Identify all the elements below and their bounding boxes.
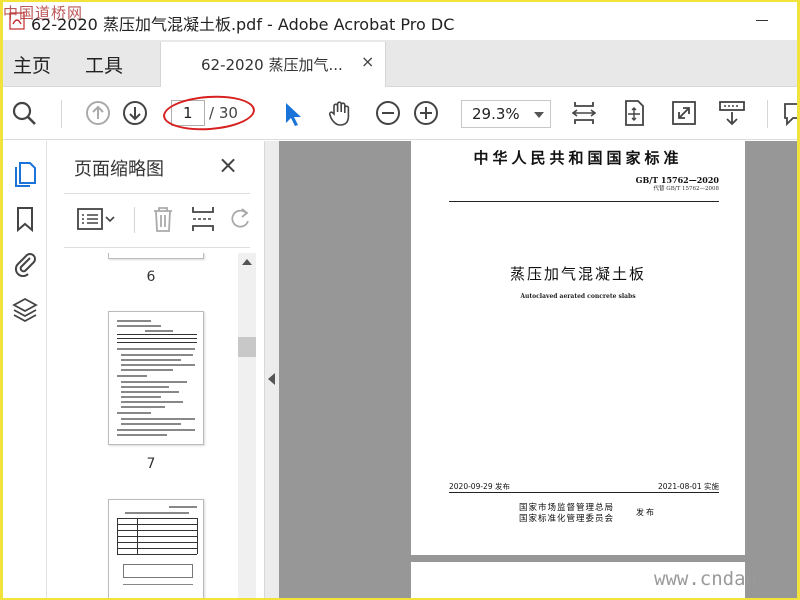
- footer-rule: [449, 492, 719, 493]
- issuing-org-2: 国家标准化管理委员会: [519, 514, 615, 524]
- select-pointer-icon[interactable]: [277, 98, 307, 128]
- layers-icon[interactable]: [11, 295, 39, 323]
- panel-collapse-handle[interactable]: [265, 141, 279, 598]
- page-thumbnails-panel: 页面缩略图 × 6 7: [48, 141, 265, 598]
- standard-title-cn: 蒸压加气混凝土板: [509, 265, 646, 283]
- thumbnail-page-6[interactable]: [108, 253, 204, 259]
- red-highlight-annotation: [161, 92, 257, 134]
- thumbnail-scrollbar[interactable]: [238, 253, 256, 598]
- hand-tool-icon[interactable]: [325, 98, 355, 128]
- fit-page-icon[interactable]: [619, 98, 649, 128]
- implementation-date: 2021-08-01 实施: [658, 482, 719, 491]
- delete-icon[interactable]: [148, 203, 178, 235]
- zoom-in-icon[interactable]: [411, 98, 441, 128]
- header-rule: [449, 201, 719, 202]
- panel-close-icon[interactable]: ×: [218, 151, 238, 179]
- page-thumbnails-icon[interactable]: [11, 159, 39, 187]
- issue-date: 2020-09-29 发布: [449, 482, 510, 491]
- chevron-down-icon: [534, 112, 544, 118]
- watermark-bottom: www.cndao: [654, 568, 757, 590]
- title-bar: 中国道桥网 62-2020 蒸压加气混凝土板.pdf - Adobe Acrob…: [3, 2, 797, 40]
- toolbar-separator: [61, 100, 62, 128]
- minimize-button[interactable]: [756, 20, 768, 21]
- zoom-dropdown[interactable]: 29.3%: [461, 100, 551, 128]
- thumbnail-label: 6: [146, 269, 156, 285]
- read-mode-icon[interactable]: [717, 98, 747, 128]
- standard-replaces: 代替 GB/T 15762—2008: [653, 186, 719, 192]
- toolbar-separator: [767, 100, 768, 128]
- panel-separator: [134, 207, 135, 233]
- document-viewport[interactable]: 中华人民共和国国家标准 GB/T 15762—2020 代替 GB/T 1576…: [279, 141, 797, 598]
- previous-page-icon[interactable]: [83, 98, 113, 128]
- panel-title: 页面缩略图: [74, 159, 164, 180]
- thumbnail-options-icon[interactable]: [76, 203, 118, 235]
- bookmark-icon[interactable]: [11, 205, 39, 233]
- standard-header: 中华人民共和国国家标准: [473, 149, 683, 167]
- tab-document-label: 62-2020 蒸压加气...: [201, 56, 343, 74]
- tab-home[interactable]: 主页: [13, 51, 51, 78]
- attachment-icon[interactable]: [11, 249, 39, 277]
- thumbnail-label: 7: [146, 456, 156, 472]
- tab-close-icon[interactable]: ×: [361, 52, 374, 71]
- thumbnail-page-7[interactable]: [108, 311, 204, 445]
- comment-icon[interactable]: [781, 98, 797, 128]
- next-page-icon[interactable]: [120, 98, 150, 128]
- navigation-rail: [3, 141, 47, 598]
- zoom-value: 29.3%: [472, 105, 520, 123]
- thumbnail-list: 6 7: [64, 253, 238, 598]
- tab-tools[interactable]: 工具: [85, 51, 123, 78]
- scroll-thumb[interactable]: [238, 337, 256, 357]
- full-screen-icon[interactable]: [669, 98, 699, 128]
- panel-divider: [64, 193, 250, 194]
- standard-title-en: Autoclaved aerated concrete slabs: [520, 293, 636, 300]
- publish-label: 发布: [636, 508, 656, 517]
- panel-divider: [64, 247, 250, 248]
- chevron-left-icon: [268, 373, 275, 385]
- tab-bar: 主页 工具 62-2020 蒸压加气... ×: [3, 40, 797, 87]
- rotate-icon[interactable]: [228, 203, 254, 235]
- main-toolbar: 1 / 30 29.3%: [3, 88, 797, 140]
- thumbnail-page-8[interactable]: [108, 499, 204, 598]
- fit-width-icon[interactable]: [569, 98, 599, 128]
- acrobat-window: 中国道桥网 62-2020 蒸压加气混凝土板.pdf - Adobe Acrob…: [3, 2, 797, 598]
- insert-page-icon[interactable]: [188, 203, 218, 235]
- zoom-out-icon[interactable]: [373, 98, 403, 128]
- window-title: 62-2020 蒸压加气混凝土板.pdf - Adobe Acrobat Pro…: [31, 15, 455, 34]
- document-page-1: 中华人民共和国国家标准 GB/T 15762—2020 代替 GB/T 1576…: [411, 141, 745, 555]
- tab-document[interactable]: 62-2020 蒸压加气... ×: [160, 42, 386, 87]
- scroll-up-icon[interactable]: [242, 259, 252, 265]
- search-icon[interactable]: [9, 98, 39, 128]
